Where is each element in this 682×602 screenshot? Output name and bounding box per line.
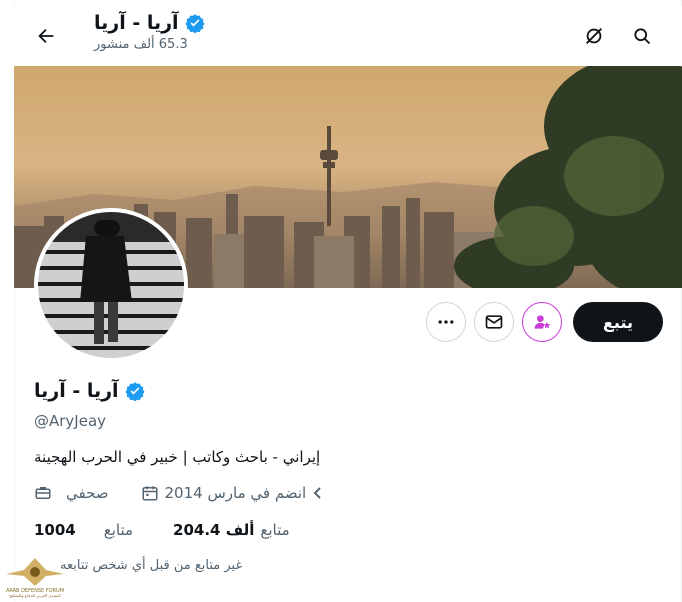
calendar-icon xyxy=(142,486,158,501)
chevron-icon[interactable] xyxy=(312,486,324,500)
verified-badge-icon[interactable] xyxy=(124,381,145,401)
header-name: آريا - آريا xyxy=(94,12,179,34)
grok-icon xyxy=(586,28,602,44)
header-title: آريا - آريا xyxy=(94,12,205,34)
back-arrow-icon xyxy=(38,28,54,44)
profile-name-row: آريا - آريا xyxy=(34,380,145,402)
following-count: 1004 xyxy=(34,521,76,539)
profile-bio: إيراني - باحث وكاتب | خبير في الحرب الهج… xyxy=(34,448,321,466)
profile-meta-row: صحفي انضم في مارس 2014 xyxy=(34,484,324,502)
category-label: صحفي xyxy=(66,484,109,502)
profile-category: صحفي xyxy=(34,484,109,502)
arab-defense-forum-watermark: ARAB DEFENSE FORUM المنتدى العربي للدفاع… xyxy=(4,552,66,598)
following-link[interactable]: 1004 متابع xyxy=(34,521,133,539)
avatar-photo-image xyxy=(38,212,184,358)
profile-display-name: آريا - آريا xyxy=(34,380,119,402)
grok-button[interactable] xyxy=(576,18,612,54)
profile-handle: @AryJeay xyxy=(34,412,107,430)
subscribe-icon xyxy=(534,315,551,329)
back-button[interactable] xyxy=(28,18,64,54)
message-button[interactable] xyxy=(474,302,514,342)
followers-label: متابع xyxy=(260,521,290,539)
follow-counts-row: 1004 متابع 204.4 ألف متابع xyxy=(34,521,290,539)
briefcase-icon xyxy=(35,487,51,499)
more-icon xyxy=(438,320,454,324)
search-icon xyxy=(634,28,651,45)
follow-button[interactable]: يتبع xyxy=(573,302,663,342)
profile-joined: انضم في مارس 2014 xyxy=(141,484,325,502)
profile-avatar[interactable] xyxy=(34,208,188,362)
posts-count: 65.3 ألف منشور xyxy=(94,37,188,52)
header-title-block: آريا - آريا 65.3 ألف منشور xyxy=(94,12,205,52)
joined-date: انضم في مارس 2014 xyxy=(164,484,307,502)
more-button[interactable] xyxy=(426,302,466,342)
followers-count: 204.4 ألف xyxy=(173,521,255,539)
forum-logo-image: ARAB DEFENSE FORUM المنتدى العربي للدفاع… xyxy=(6,558,64,598)
subscribe-button[interactable] xyxy=(522,302,562,342)
search-button[interactable] xyxy=(624,18,660,54)
following-label: متابع xyxy=(103,521,134,539)
not-followed-note: غير متابع من قبل أي شخص تتابعه xyxy=(60,558,243,573)
watermark-subtitle: المنتدى العربي للدفاع والتسليح xyxy=(9,593,60,598)
mail-icon xyxy=(485,315,503,329)
profile-header-bar: آريا - آريا 65.3 ألف منشور xyxy=(14,6,682,66)
verified-badge-icon xyxy=(184,14,205,33)
followers-link[interactable]: 204.4 ألف متابع xyxy=(173,521,290,539)
